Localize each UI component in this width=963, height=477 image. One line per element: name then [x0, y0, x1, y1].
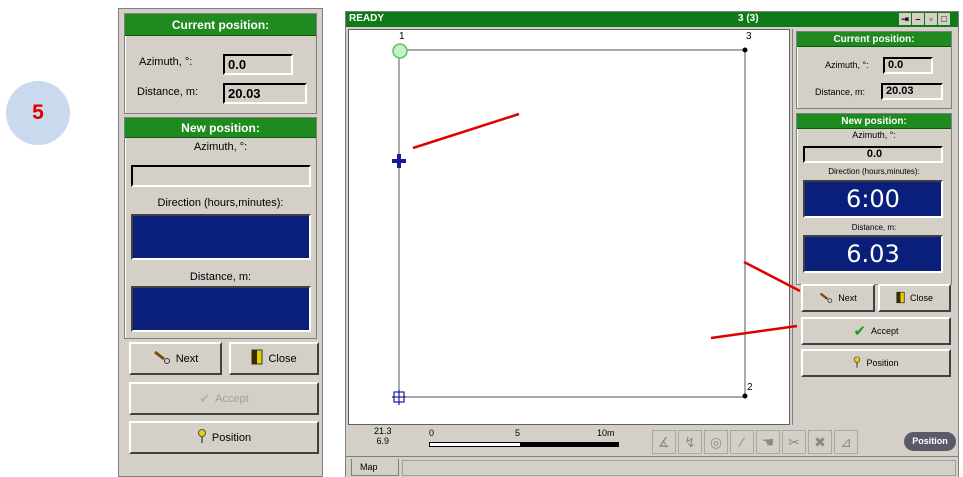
- next-arrow-icon: [153, 350, 171, 367]
- panel-current-group: Current position: Azimuth, °: 0.0 Distan…: [796, 31, 952, 109]
- door-icon: [896, 291, 905, 306]
- circle-icon[interactable]: ◎: [704, 430, 728, 454]
- hand-icon[interactable]: ☚: [756, 430, 780, 454]
- plot-boundary: [398, 49, 746, 398]
- distance-display: [131, 286, 311, 332]
- pin-icon: [853, 356, 861, 371]
- tab-strip-fill: [402, 460, 956, 476]
- panel-new-header: New position:: [797, 114, 951, 129]
- panel-close-button[interactable]: Close: [878, 284, 951, 312]
- panel-distance-label: Distance, m:: [815, 87, 866, 97]
- point-counter: 3 (3): [738, 13, 759, 24]
- new-position-group: New position: Azimuth, °: Direction (hou…: [124, 117, 317, 339]
- tab-strip: Map: [346, 456, 958, 477]
- coordinate-readout: 21.3 6.9: [374, 426, 392, 446]
- close-button-label: Close: [268, 352, 297, 365]
- scale-tick-10: 10m: [597, 428, 615, 438]
- restore-icon[interactable]: ▫: [925, 13, 937, 25]
- checkmark-icon: ✔: [853, 323, 867, 340]
- panel-new-azimuth-field: 0.0: [803, 146, 943, 163]
- map-window: READY 3 (3) ⇥ – ▫ □ 1 3 2 Current positi…: [345, 11, 959, 477]
- coordinate-x: 21.3: [374, 426, 392, 436]
- maximize-icon[interactable]: □: [938, 13, 950, 25]
- left-position-panel: Current position: Azimuth, °: 0.0 Distan…: [118, 8, 323, 477]
- new-distance-label: Distance, m:: [189, 271, 252, 283]
- panel-accept-label: Accept: [871, 326, 899, 336]
- panel-distance-display: 6.03: [803, 235, 943, 273]
- cut-icon[interactable]: ✂: [782, 430, 806, 454]
- current-position-group: Current position: Azimuth, °: 0.0 Distan…: [124, 13, 317, 114]
- direction-display: [131, 214, 311, 260]
- pin-icon: [197, 428, 207, 447]
- new-azimuth-label: Azimuth, °:: [193, 141, 248, 153]
- panel-distance-field: 20.03: [881, 83, 943, 100]
- annotation-badge-5: 5: [6, 81, 70, 145]
- close-button[interactable]: Close: [229, 342, 319, 375]
- door-icon: [251, 349, 263, 368]
- azimuth-field: 0.0: [223, 54, 293, 75]
- scale-bar: [429, 442, 619, 447]
- panel-new-azimuth-label: Azimuth, °:: [852, 130, 896, 140]
- next-button-label: Next: [175, 352, 199, 365]
- measure-icon[interactable]: ⊿: [834, 430, 858, 454]
- map-canvas[interactable]: 1 3 2: [348, 29, 790, 425]
- new-azimuth-field: [131, 165, 311, 187]
- accept-button[interactable]: ✔ Accept: [129, 382, 319, 415]
- corner-label-2: 2: [747, 382, 753, 393]
- angle-icon[interactable]: ∡: [652, 430, 676, 454]
- distance-field: 20.03: [223, 83, 307, 104]
- panel-current-header: Current position:: [797, 32, 951, 47]
- panel-next-label: Next: [838, 293, 857, 303]
- tool-strip: ∡ ↯ ◎ ⁄ ☚ ✂ ✖ ⊿: [652, 430, 858, 454]
- panel-new-distance-label: Distance, m:: [851, 223, 897, 232]
- minimize-icon[interactable]: –: [912, 13, 924, 25]
- current-position-header: Current position:: [125, 14, 316, 36]
- pin-window-icon[interactable]: ⇥: [899, 13, 911, 25]
- scale-tick-0: 0: [429, 428, 435, 438]
- line-icon[interactable]: ⁄: [730, 430, 754, 454]
- next-arrow-icon: [819, 292, 833, 305]
- accept-button-label: Accept: [215, 392, 249, 405]
- scale-tick-5: 5: [515, 428, 521, 438]
- panel-close-label: Close: [909, 293, 933, 303]
- azimuth-label: Azimuth, °:: [139, 56, 193, 68]
- delete-icon[interactable]: ✖: [808, 430, 832, 454]
- position-button[interactable]: Position: [129, 421, 319, 454]
- status-bar: READY 3 (3) ⇥ – ▫ □: [346, 12, 958, 27]
- panel-azimuth-field: 0.0: [883, 57, 933, 74]
- new-position-header: New position:: [125, 118, 316, 138]
- corner-point-3: [742, 47, 748, 53]
- panel-next-button[interactable]: Next: [801, 284, 875, 312]
- status-text: READY: [349, 13, 385, 24]
- tab-map[interactable]: Map: [351, 459, 399, 476]
- panel-accept-button[interactable]: ✔ Accept: [801, 317, 951, 345]
- start-point-marker: [392, 43, 408, 59]
- new-point-marker: [392, 154, 406, 168]
- panel-azimuth-label: Azimuth, °:: [825, 60, 869, 70]
- corner-label-1: 1: [399, 31, 405, 42]
- position-button-label: Position: [211, 431, 252, 444]
- panel-new-group: New position: Azimuth, °: 0.0 Direction …: [796, 113, 952, 285]
- checkmark-icon: ✔: [199, 390, 211, 406]
- corner-point-2: [742, 393, 748, 399]
- position-side-panel: Current position: Azimuth, °: 0.0 Distan…: [792, 29, 957, 425]
- panel-direction-display: 6:00: [803, 180, 943, 218]
- panel-direction-label: Direction (hours,minutes):: [828, 167, 920, 176]
- panel-position-label: Position: [866, 358, 899, 368]
- position-pill-button[interactable]: Position: [904, 432, 956, 451]
- direction-label: Direction (hours,minutes):: [157, 197, 284, 209]
- window-controls: ⇥ – ▫ □: [899, 13, 950, 25]
- panel-position-button[interactable]: Position: [801, 349, 951, 377]
- coordinate-y: 6.9: [376, 436, 390, 446]
- distance-label: Distance, m:: [137, 86, 199, 98]
- curve-icon[interactable]: ↯: [678, 430, 702, 454]
- current-position-marker: [392, 390, 406, 405]
- corner-label-3: 3: [746, 31, 752, 42]
- next-button[interactable]: Next: [129, 342, 222, 375]
- bottom-toolbar: 21.3 6.9 0 5 10m ∡ ↯ ◎ ⁄ ☚ ✂ ✖ ⊿ Positio…: [346, 426, 958, 456]
